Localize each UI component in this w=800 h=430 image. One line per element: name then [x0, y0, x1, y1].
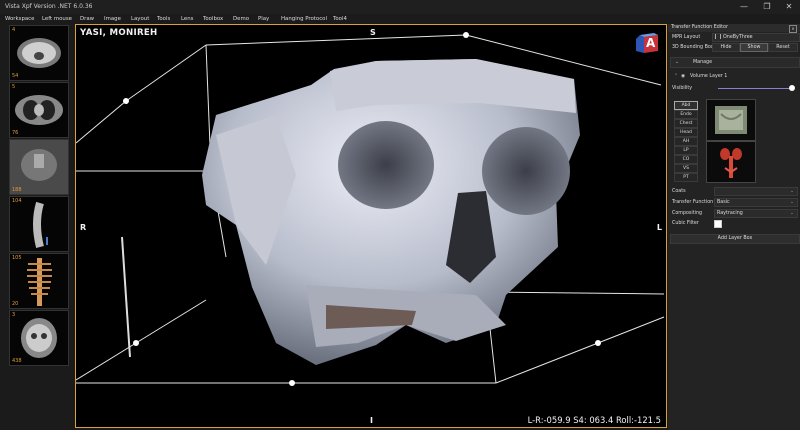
preset-endo[interactable]: Endo	[674, 110, 698, 119]
cubic-filter-label: Cubic Filter	[672, 221, 699, 226]
camera-readout: L-R:-059.9 S4: 063.4 Roll:-121.5	[527, 415, 661, 425]
layout-icon	[715, 34, 721, 39]
chevron-down-icon: ⌄	[789, 211, 794, 216]
mpr-layout-select[interactable]: OneByThree	[712, 33, 800, 42]
volume-render-viewport[interactable]: YASI, MONIREH S R L I L-R:-059.9 S4: 063…	[75, 24, 667, 428]
transfer-function-label: Transfer Function	[672, 200, 714, 205]
preset-head[interactable]: Head	[674, 128, 698, 137]
visibility-slider-track[interactable]	[718, 88, 792, 89]
thumbnail-number: 104	[12, 198, 22, 204]
menu-demo[interactable]: Demo	[233, 14, 249, 24]
minimize-icon[interactable]: —	[734, 0, 754, 14]
preset-co[interactable]: CO	[674, 155, 698, 164]
menu-workspace[interactable]: Workspace	[5, 14, 34, 24]
menu-image[interactable]: Image	[104, 14, 121, 24]
series-thumbnail[interactable]: 3 438	[9, 310, 69, 366]
menu-tool4[interactable]: Tool4	[333, 14, 347, 24]
transfer-function-value: Basic	[717, 200, 730, 205]
visibility-label: Visibility	[672, 86, 693, 91]
mpr-layout-value: OneByThree	[723, 35, 753, 40]
chevron-down-icon: ⌄	[789, 200, 794, 205]
visibility-slider-thumb[interactable]	[789, 85, 795, 91]
panel-title: Transfer Function Editor	[671, 25, 728, 30]
chevron-up-icon: ⌃	[674, 74, 679, 79]
menu-toolbox[interactable]: Toolbox	[203, 14, 223, 24]
preset-abd[interactable]: Abd	[674, 101, 698, 110]
panel-header: Transfer Function Editor ×	[668, 24, 800, 33]
patient-name: YASI, MONIREH	[80, 28, 158, 38]
orientation-cube-icon[interactable]: A	[636, 33, 660, 55]
series-thumbnail[interactable]: 4 54	[9, 25, 69, 81]
add-layer-box-button[interactable]: Add Layer Box	[670, 234, 800, 244]
menu-bar: Workspace Left mouse Draw Image Layout T…	[0, 14, 800, 24]
orientation-top: S	[370, 28, 376, 37]
series-thumbnail[interactable]: 104	[9, 196, 69, 252]
maximize-icon[interactable]: ❐	[757, 0, 777, 14]
thumbnail-number: 5	[12, 84, 16, 90]
thumbnail-count: 188	[12, 187, 22, 193]
thumbnail-count: 438	[12, 358, 22, 364]
coats-label: Coats	[672, 189, 686, 194]
thumbnail-count: 20	[12, 301, 19, 307]
menu-hanging-protocol[interactable]: Hanging Protocol	[281, 14, 327, 24]
hide-bbox-button[interactable]: Hide	[712, 43, 740, 52]
orientation-bottom: I	[370, 416, 373, 425]
manage-section[interactable]: ⌄ Manage	[670, 57, 800, 68]
series-thumbnail[interactable]: 105 20	[9, 253, 69, 309]
thumbnail-number: 3	[12, 312, 16, 318]
preset-pt[interactable]: PT	[674, 173, 698, 182]
preset-lp[interactable]: LP	[674, 146, 698, 155]
preset-preview-endo[interactable]	[706, 141, 756, 183]
transfer-function-select[interactable]: Basic ⌄	[714, 198, 798, 207]
close-icon[interactable]: ✕	[779, 0, 799, 14]
eye-icon[interactable]: ◉	[681, 73, 685, 81]
cubic-filter-checkbox[interactable]	[714, 220, 722, 228]
window-title: Vista Xpf Version .NET 6.0.36	[5, 3, 93, 10]
series-thumbnail-strip: 4 54 5 76 188 104 105 20 3 438	[4, 24, 69, 428]
preset-ah[interactable]: AH	[674, 137, 698, 146]
thumbnail-number: 105	[12, 255, 22, 261]
series-thumbnail[interactable]: 188	[9, 139, 69, 195]
bounding-box-label: 3D Bounding Box	[672, 45, 714, 50]
orientation-right: L	[656, 223, 662, 232]
preset-preview-abd[interactable]	[706, 99, 756, 141]
close-icon[interactable]: ×	[789, 24, 797, 33]
title-bar: Vista Xpf Version .NET 6.0.36 — ❐ ✕	[0, 0, 800, 14]
manage-label: Manage	[693, 60, 713, 65]
compositing-label: Compositing	[672, 211, 703, 216]
chevron-down-icon: ⌄	[789, 189, 794, 194]
menu-tools[interactable]: Tools	[157, 14, 170, 24]
menu-draw[interactable]: Draw	[80, 14, 94, 24]
thumbnail-count: 76	[12, 130, 19, 136]
transfer-function-panel: Transfer Function Editor × MPR Layout On…	[668, 24, 800, 430]
chevron-down-icon: ⌄	[675, 60, 680, 65]
mpr-layout-label: MPR Layout	[672, 35, 701, 40]
thumbnail-number: 4	[12, 27, 16, 33]
show-bbox-button[interactable]: Show	[740, 43, 768, 52]
orientation-cube-label: A	[646, 36, 656, 50]
series-thumbnail[interactable]: 5 76	[9, 82, 69, 138]
reset-bbox-button[interactable]: Reset	[768, 43, 798, 52]
volume-layer-label: Volume Layer 1	[690, 74, 728, 79]
skull-render	[202, 59, 580, 365]
coats-select[interactable]: ⌄	[714, 187, 798, 196]
compositing-value: Raytracing	[717, 211, 743, 216]
menu-play[interactable]: Play	[258, 14, 269, 24]
volume-layer-row[interactable]: ⌃ ◉ Volume Layer 1	[670, 73, 798, 81]
thumbnail-count: 54	[12, 73, 19, 79]
menu-layout[interactable]: Layout	[131, 14, 149, 24]
menu-left-mouse[interactable]: Left mouse	[42, 14, 72, 24]
compositing-select[interactable]: Raytracing ⌄	[714, 209, 798, 218]
volume-render-canvas	[76, 32, 665, 386]
preset-chest[interactable]: Chest	[674, 119, 698, 128]
preset-vs[interactable]: VS	[674, 164, 698, 173]
orientation-left: R	[80, 223, 87, 232]
menu-lens[interactable]: Lens	[181, 14, 193, 24]
